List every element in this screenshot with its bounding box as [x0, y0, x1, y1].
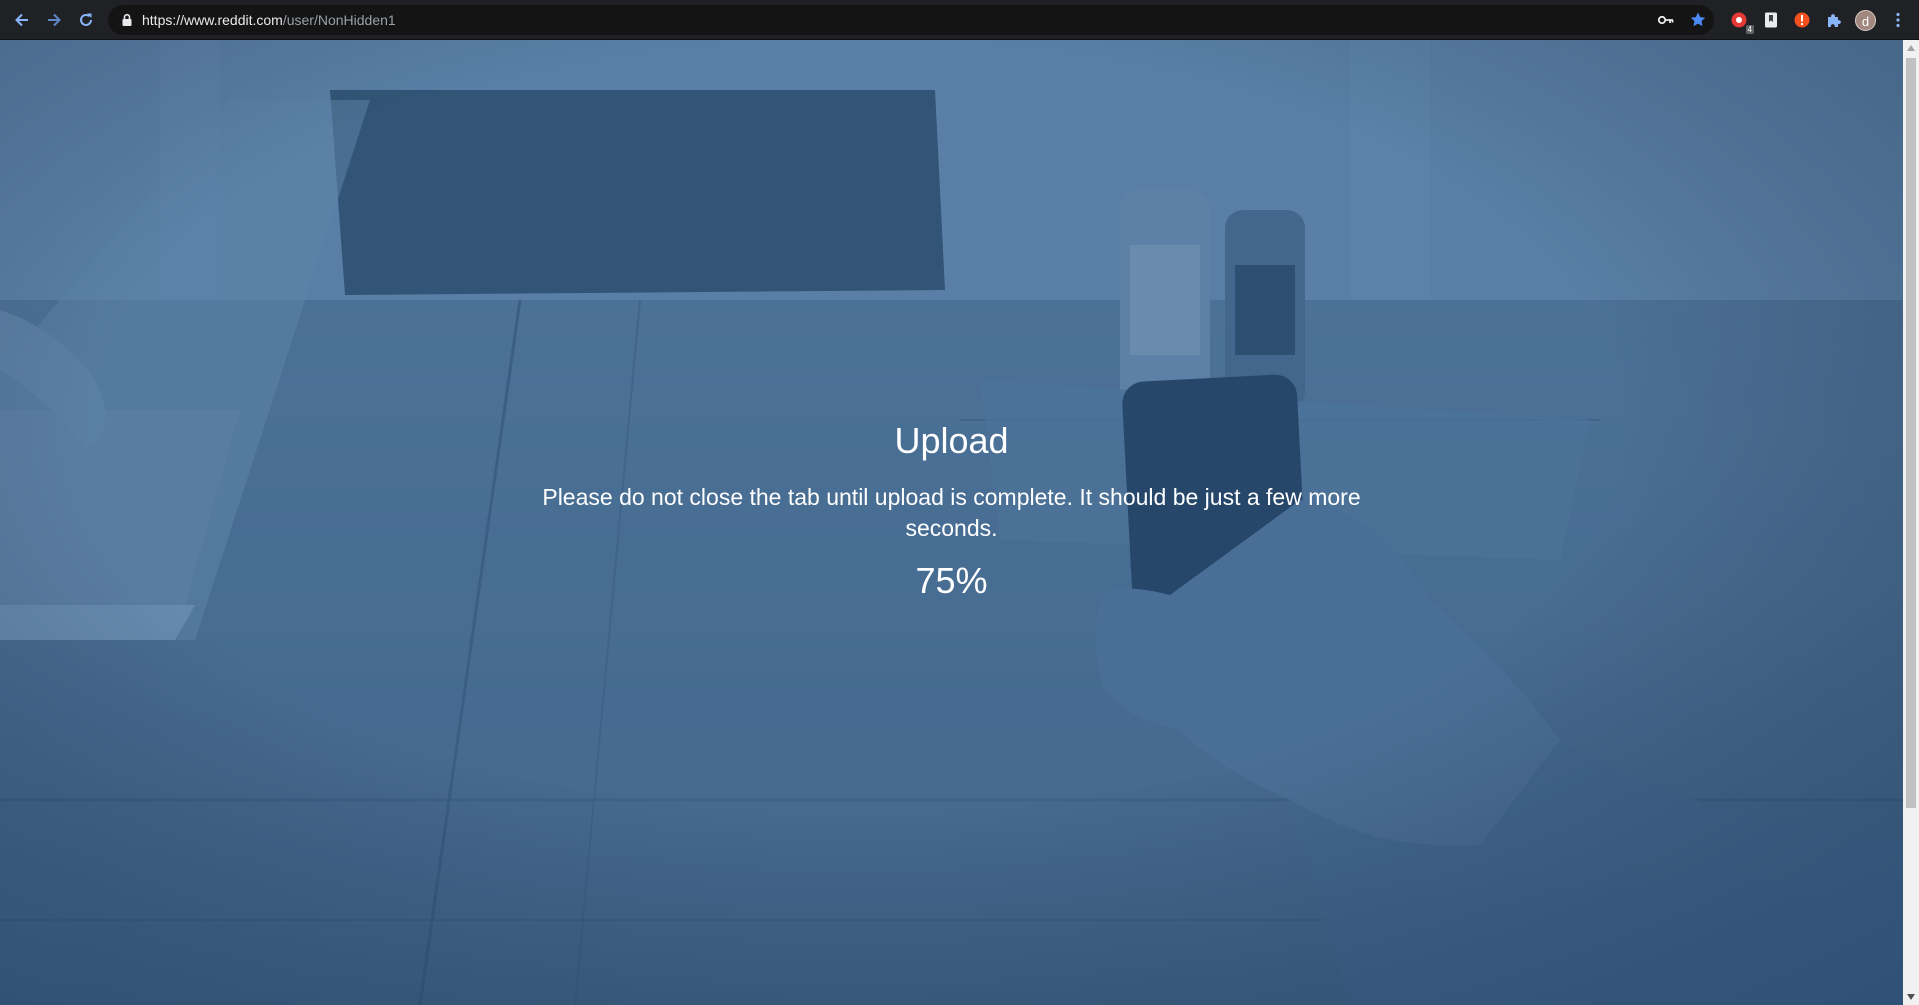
extensions-menu-button[interactable]	[1823, 9, 1845, 31]
scroll-up-button[interactable]	[1903, 40, 1919, 56]
bookmark-extension-icon	[1765, 12, 1777, 28]
kebab-menu-icon	[1896, 12, 1900, 28]
url-path: /user/NonHidden1	[282, 12, 396, 28]
alert-extension-icon	[1794, 12, 1810, 28]
extension-button-1[interactable]: 4	[1728, 9, 1754, 34]
password-key-button[interactable]	[1656, 10, 1676, 30]
reload-button[interactable]	[74, 8, 98, 32]
browser-menu-button[interactable]	[1887, 9, 1909, 31]
browser-toolbar: https://www.reddit.com/user/NonHidden1 4	[0, 0, 1919, 40]
arrow-right-icon	[48, 13, 61, 27]
upload-title: Upload	[894, 420, 1009, 461]
url-host: https://www.reddit.com	[142, 12, 283, 28]
extension-badge: 4	[1745, 25, 1754, 34]
upload-message: Please do not close the tab until upload…	[542, 484, 1361, 541]
url-text: https://www.reddit.com/user/NonHidden1	[142, 12, 396, 28]
back-button[interactable]	[10, 8, 34, 32]
key-icon	[1657, 15, 1674, 25]
star-icon	[1690, 12, 1706, 27]
puzzle-icon	[1828, 14, 1841, 27]
bookmark-star-button[interactable]	[1688, 10, 1708, 30]
extension-button-2[interactable]	[1760, 9, 1782, 31]
extension-button-3[interactable]	[1791, 9, 1813, 31]
lock-icon	[122, 13, 132, 26]
vertical-scrollbar[interactable]	[1903, 40, 1919, 1005]
upload-panel: Upload Please do not close the tab until…	[0, 420, 1903, 602]
scroll-down-button[interactable]	[1903, 989, 1919, 1005]
scroll-thumb[interactable]	[1906, 58, 1916, 808]
address-bar[interactable]: https://www.reddit.com/user/NonHidden1	[108, 5, 1714, 35]
forward-button[interactable]	[42, 8, 66, 32]
upload-progress-percent: 75%	[915, 560, 988, 601]
triangle-up-icon	[1907, 45, 1915, 51]
arrow-left-icon	[15, 13, 28, 27]
reload-icon	[80, 13, 92, 26]
profile-avatar[interactable]: d	[1855, 10, 1876, 31]
page-content: Upload Please do not close the tab until…	[0, 40, 1903, 1005]
triangle-down-icon	[1907, 994, 1915, 1000]
